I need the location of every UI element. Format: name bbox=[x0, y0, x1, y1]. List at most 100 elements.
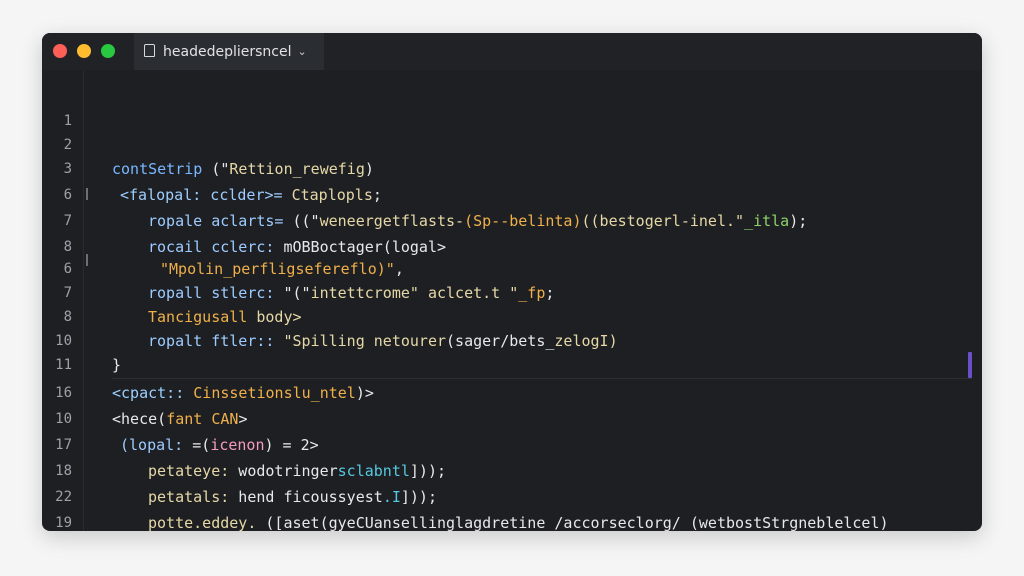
code-text: petateye: wodotringersclabntl])); bbox=[148, 460, 446, 482]
code-token: ((" bbox=[292, 212, 320, 230]
code-token: <cpact:: bbox=[112, 384, 185, 402]
code-token: Tancigusall bbox=[148, 308, 248, 326]
code-token: sclabntl bbox=[337, 462, 410, 480]
line-number: 16 bbox=[55, 385, 72, 401]
code-text: Tancigusall body> bbox=[148, 306, 302, 328]
code-token: ropale bbox=[148, 212, 203, 230]
code-text: ropalt ftler:: "Spilling netourer(sager/… bbox=[148, 330, 618, 352]
code-token: .I bbox=[382, 488, 401, 506]
code-token: Rettion_rewefig bbox=[229, 160, 365, 178]
code-token: ropall bbox=[148, 284, 203, 302]
code-text: ropale aclarts= (("weneergetflasts-(Sp--… bbox=[148, 210, 807, 232]
close-dot-icon[interactable] bbox=[53, 44, 67, 58]
code-token: contSetrip bbox=[112, 160, 203, 178]
line-number: 8 bbox=[63, 309, 72, 325]
code-token: "Spilling netourer bbox=[283, 332, 447, 350]
code-token: mOBBoctager(logal> bbox=[283, 238, 447, 256]
code-token: rocail bbox=[148, 238, 203, 256]
code-token: ; bbox=[545, 284, 555, 302]
code-token: ])); bbox=[409, 462, 447, 480]
code-token: icenon bbox=[210, 436, 265, 454]
code-text: petatals: hend ficoussyest.I])); bbox=[148, 486, 437, 508]
code-text: <cpact:: Cinssetionslu_ntel)> bbox=[112, 382, 374, 404]
editor-window: headedepliersncel ⌄ 1 2 3 contSetrip ("Rett… bbox=[42, 33, 982, 531]
code-token: , bbox=[394, 260, 404, 278]
code-token: (lopal: bbox=[120, 436, 184, 454]
code-token: ; bbox=[372, 186, 382, 204]
code-text: (lopal: =(icenon) = 2> bbox=[120, 434, 319, 456]
file-icon bbox=[144, 44, 155, 57]
code-text: ropall stlerc: "("intettcrome" aclcet.t … bbox=[148, 282, 554, 304]
code-text: } bbox=[112, 354, 121, 376]
gutter-marker bbox=[86, 254, 88, 266]
code-token: =( bbox=[183, 436, 211, 454]
code-token: > bbox=[238, 410, 248, 428]
code-text: "Mpolin_perfligsefereflo)", bbox=[160, 258, 404, 280]
line-number: 19 bbox=[55, 515, 72, 531]
code-token: (" bbox=[202, 160, 230, 178]
line-number: 18 bbox=[55, 463, 72, 479]
code-token: (Sp--belinta) bbox=[464, 212, 582, 230]
code-token: fant CAN bbox=[166, 410, 239, 428]
code-token: Ctaplopls bbox=[291, 186, 373, 204]
maximize-dot-icon[interactable] bbox=[101, 44, 115, 58]
code-token: stlerc: bbox=[202, 284, 284, 302]
code-text: <hece(fant CAN> bbox=[112, 408, 247, 430]
code-token: wodotringer bbox=[229, 462, 338, 480]
code-token: _itla bbox=[744, 212, 790, 230]
code-token: potte.eddey. bbox=[148, 514, 257, 531]
code-text: contSetrip ("Rettion_rewefig) bbox=[112, 158, 374, 180]
line-number: 3 bbox=[63, 161, 72, 177]
code-token: Cinssetionslu_ntel bbox=[184, 384, 356, 402]
line-number: 6 bbox=[63, 261, 72, 277]
code-text: potte.eddey. ([aset(gyeCUansellinglagdre… bbox=[148, 512, 889, 531]
code-token: hend ficoussyest bbox=[229, 488, 383, 506]
code-token: ((bestogerl-inel." bbox=[581, 212, 745, 230]
code-token: ])); bbox=[400, 488, 437, 506]
code-token: ftler:: bbox=[202, 332, 284, 350]
code-token: } bbox=[112, 356, 122, 374]
gutter-divider bbox=[83, 70, 84, 531]
code-token: zelogI) bbox=[554, 332, 618, 350]
line-number: 1 bbox=[63, 113, 72, 129]
line-number: 22 bbox=[55, 489, 72, 505]
code-token: ([aset(gyeCUansellinglagdretine /accorse… bbox=[256, 514, 889, 531]
code-token: body> bbox=[247, 308, 302, 326]
code-text: rocail cclerc: mOBBoctager(logal> bbox=[148, 236, 446, 258]
code-editor[interactable]: 1 2 3 contSetrip ("Rettion_rewefig) 6 <falopa… bbox=[42, 70, 982, 531]
code-token: _fp bbox=[518, 284, 546, 302]
tab-title: headedepliersncel bbox=[163, 43, 292, 60]
line-number: 7 bbox=[63, 213, 72, 229]
line-number: 8 bbox=[63, 239, 72, 255]
code-token: "Mpolin_perfligsefereflo)" bbox=[160, 260, 395, 278]
code-token: <hece( bbox=[112, 410, 167, 428]
code-token: (sager/bets_ bbox=[446, 332, 555, 350]
line-number: 6 bbox=[63, 187, 72, 203]
minimize-dot-icon[interactable] bbox=[77, 44, 91, 58]
code-token: ) bbox=[364, 160, 374, 178]
file-tab[interactable]: headedepliersncel ⌄ bbox=[134, 33, 324, 70]
line-number: 17 bbox=[55, 437, 72, 453]
line-number: 11 bbox=[55, 357, 72, 373]
code-token: cclder>= bbox=[201, 186, 292, 204]
code-token: )> bbox=[355, 384, 374, 402]
code-token: aclarts= bbox=[202, 212, 293, 230]
line-number: 10 bbox=[55, 411, 72, 427]
line-number: 2 bbox=[63, 137, 72, 153]
code-token: "(" bbox=[283, 284, 311, 302]
code-token: ropalt bbox=[148, 332, 203, 350]
section-divider bbox=[112, 378, 972, 379]
gutter-marker bbox=[86, 188, 88, 200]
code-token: weneergetflasts- bbox=[319, 212, 465, 230]
chevron-down-icon[interactable]: ⌄ bbox=[297, 45, 306, 58]
line-number: 10 bbox=[55, 333, 72, 349]
code-token: <falopal: bbox=[120, 186, 202, 204]
code-token: cclerc: bbox=[202, 238, 284, 256]
title-bar: headedepliersncel ⌄ bbox=[42, 33, 982, 70]
code-token: ); bbox=[789, 212, 808, 230]
code-token: petateye: bbox=[148, 462, 230, 480]
scrollbar-marker[interactable] bbox=[968, 352, 972, 378]
code-token: ) = 2> bbox=[264, 436, 319, 454]
code-token: aclcet.t " bbox=[418, 284, 519, 302]
code-text: <falopal: cclder>= Ctaplopls; bbox=[120, 184, 382, 206]
